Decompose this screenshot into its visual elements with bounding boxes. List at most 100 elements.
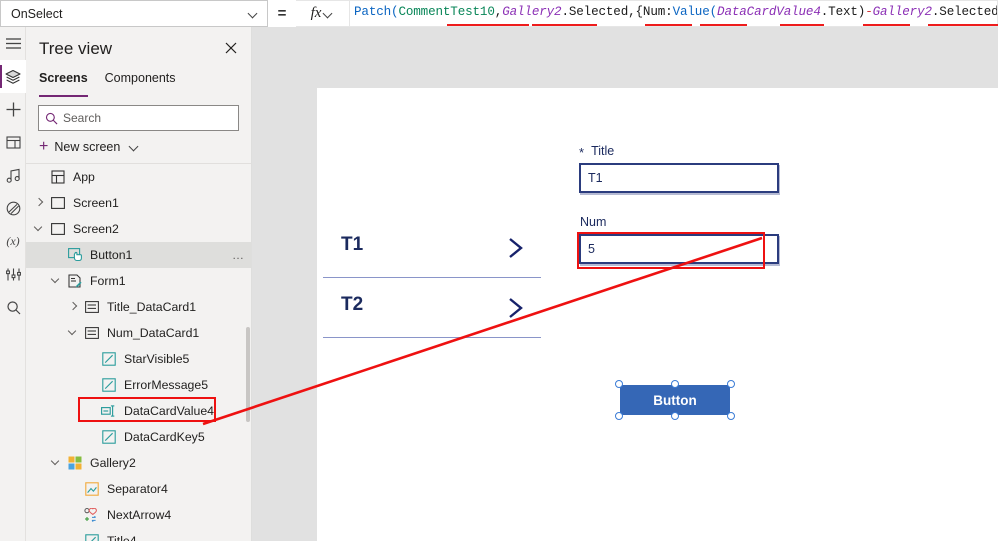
title-text-input[interactable]: T1 <box>579 163 779 193</box>
formula-underline-record2 <box>532 24 597 26</box>
search-input[interactable]: Search <box>38 105 239 131</box>
fx-button[interactable]: fx <box>296 0 350 27</box>
tree-view-panel: Tree view Screens Components Search + Ne… <box>26 27 252 541</box>
formula-token-tail: .Selected.Num}) <box>931 5 998 19</box>
chevron-down-icon[interactable] <box>49 273 65 289</box>
screen-icon <box>48 220 68 238</box>
more-options-icon[interactable]: … <box>232 249 245 261</box>
tree-scrollbar-thumb[interactable] <box>246 327 250 422</box>
formula-token-text: .Text) <box>820 5 866 19</box>
chevron-down-icon[interactable] <box>66 325 82 341</box>
num-field-label: Num <box>579 215 779 229</box>
tree-node-starvisible5[interactable]: StarVisible5 <box>26 346 251 372</box>
equals-sign: = <box>277 5 287 22</box>
chevron-right-icon[interactable] <box>66 299 82 315</box>
num-label-text: Num <box>580 215 607 229</box>
tree-view-icon[interactable] <box>0 60 26 93</box>
label-icon <box>99 428 119 446</box>
tree-node-screen2[interactable]: Screen2 <box>26 216 251 242</box>
button-label: Button <box>653 392 697 408</box>
search-icon[interactable] <box>0 291 26 324</box>
tree-node-button1[interactable]: Button1 … <box>26 242 251 268</box>
gallery-separator <box>323 337 541 338</box>
tab-components[interactable]: Components <box>105 71 176 97</box>
tree-node-num-datacard1[interactable]: Num_DataCard1 <box>26 320 251 346</box>
tree-node-label: Title_DataCard1 <box>107 300 197 314</box>
tree-view-header: Tree view <box>26 27 251 71</box>
app-canvas[interactable]: T1 T2 * Title T1 Num 5 Button <box>317 88 998 541</box>
num-datacard[interactable]: Num 5 <box>579 215 779 264</box>
tree-node-label: DataCardValue4 <box>124 404 215 418</box>
formula-underline-table <box>447 24 529 26</box>
title-input-value: T1 <box>588 171 603 185</box>
tree-view-tabs: Screens Components <box>26 71 251 97</box>
button-control[interactable]: Button <box>615 380 735 420</box>
num-input-value: 5 <box>588 242 595 256</box>
media-icon[interactable] <box>0 159 26 192</box>
formula-underline-table4 <box>863 24 910 26</box>
tree-node-separator4[interactable]: Separator4 <box>26 476 251 502</box>
tree-node-label: Button1 <box>90 248 133 262</box>
new-screen-button[interactable]: + New screen <box>26 131 251 164</box>
data-icon[interactable] <box>0 126 26 159</box>
title-datacard[interactable]: * Title T1 <box>579 143 779 193</box>
tree-node-datacardkey5[interactable]: DataCardKey5 <box>26 424 251 450</box>
num-text-input[interactable]: 5 <box>579 234 779 264</box>
tree-node-datacardvalue4[interactable]: DataCardValue4 <box>26 398 251 424</box>
next-arrow-icon[interactable] <box>505 293 527 328</box>
advanced-tools-icon[interactable] <box>0 258 26 291</box>
chevron-right-icon[interactable] <box>32 195 48 211</box>
tree-node-nextarrow4[interactable]: NextArrow4 <box>26 502 251 528</box>
tree-node-label: ErrorMessage5 <box>124 378 209 392</box>
tree-node-gallery2[interactable]: Gallery2 <box>26 450 251 476</box>
insert-icon[interactable] <box>0 93 26 126</box>
tree-node-label: StarVisible5 <box>124 352 190 366</box>
close-icon[interactable] <box>223 40 241 58</box>
gallery-item[interactable]: T2 <box>320 278 541 338</box>
variables-icon[interactable]: (x) <box>0 225 26 258</box>
resize-handle-tr[interactable] <box>727 380 735 388</box>
new-screen-label: New screen <box>54 140 121 154</box>
formula-token-table: CommentTest10 <box>398 5 495 19</box>
formula-token-gallery1: Gallery2 <box>502 5 562 19</box>
panel-title: Tree view <box>39 39 113 58</box>
next-arrow-icon[interactable] <box>505 233 527 268</box>
tree-node-screen1[interactable]: Screen1 <box>26 190 251 216</box>
app-icon <box>48 168 68 186</box>
tree-node-form1[interactable]: Form1 <box>26 268 251 294</box>
edit-form-control[interactable]: * Title T1 Num 5 <box>579 143 779 264</box>
tree-node-label: Form1 <box>90 274 126 288</box>
gallery-control[interactable]: T1 T2 <box>320 218 541 338</box>
resize-handle-tc[interactable] <box>671 380 679 388</box>
tree-node-label: Num_DataCard1 <box>107 326 200 340</box>
tab-screens[interactable]: Screens <box>39 71 88 97</box>
resize-handle-tl[interactable] <box>615 380 623 388</box>
datacard-icon <box>82 298 102 316</box>
datacard-icon <box>82 324 102 342</box>
label-icon <box>99 376 119 394</box>
chevron-down-icon[interactable] <box>49 455 65 471</box>
resize-handle-bl[interactable] <box>615 412 623 420</box>
chevron-down-icon[interactable] <box>32 221 48 237</box>
formula-token-minus: - <box>865 5 873 19</box>
nextarrow-icon <box>82 506 102 524</box>
themes-icon[interactable] <box>0 192 26 225</box>
tree-node-title4[interactable]: Title4 <box>26 528 251 541</box>
tree-node-errormessage5[interactable]: ErrorMessage5 <box>26 372 251 398</box>
tree-scrollbar[interactable] <box>246 27 251 541</box>
tree-node-title-datacard1[interactable]: Title_DataCard1 <box>26 294 251 320</box>
form-icon <box>65 272 85 290</box>
property-selector-dropdown[interactable]: OnSelect <box>0 0 268 27</box>
gallery-item[interactable]: T1 <box>320 218 541 278</box>
resize-handle-bc[interactable] <box>671 412 679 420</box>
resize-handle-br[interactable] <box>727 412 735 420</box>
tree-node-app[interactable]: App <box>26 164 251 190</box>
tree-node-label: Gallery2 <box>90 456 136 470</box>
hamburger-menu-icon[interactable] <box>0 27 26 60</box>
formula-text: Patch(CommentTest10,Gallery2.Selected,{N… <box>354 5 998 19</box>
formula-input[interactable]: Patch(CommentTest10,Gallery2.Selected,{N… <box>350 0 998 27</box>
